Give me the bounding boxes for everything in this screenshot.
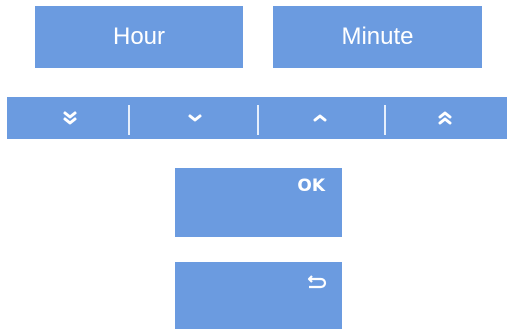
ok-button[interactable]: OK <box>175 168 342 237</box>
stepper-divider <box>128 105 130 135</box>
hour-label: Hour <box>112 23 166 50</box>
return-arrow-icon <box>307 275 327 289</box>
double-chevron-up-icon <box>438 111 452 125</box>
back-button[interactable] <box>175 262 342 329</box>
increment-fast-button[interactable] <box>383 97 507 139</box>
decrement-button[interactable] <box>132 97 257 139</box>
ok-label: OK <box>297 176 325 196</box>
stepper-divider <box>257 105 259 135</box>
hour-button[interactable]: Hour <box>35 6 243 68</box>
chevron-up-icon <box>313 114 327 122</box>
stepper-divider <box>384 105 386 135</box>
chevron-down-icon <box>188 114 202 122</box>
double-chevron-down-icon <box>63 111 77 125</box>
decrement-fast-button[interactable] <box>7 97 132 139</box>
increment-button[interactable] <box>258 97 383 139</box>
stepper-bar <box>7 97 507 139</box>
minute-button[interactable]: Minute <box>273 6 482 68</box>
minute-label: Minute <box>341 23 414 50</box>
